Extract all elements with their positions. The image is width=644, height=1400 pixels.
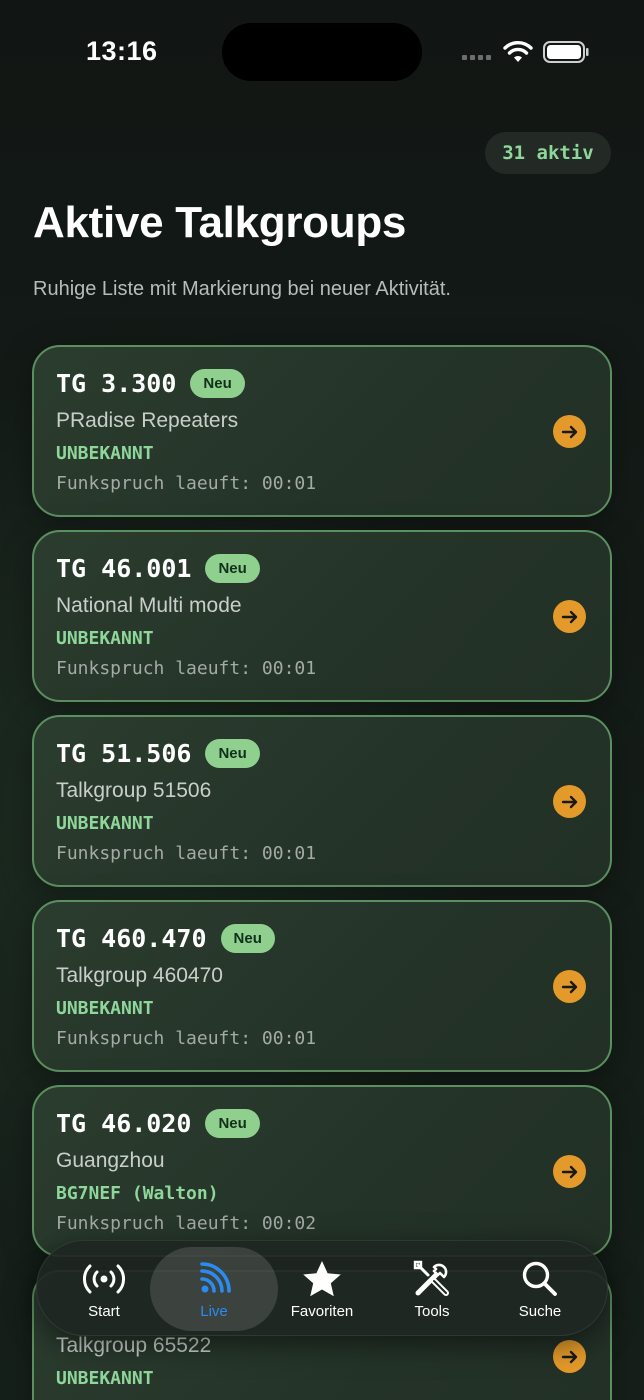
- talkgroup-card[interactable]: TG 460.470 Neu Talkgroup 460470 UNBEKANN…: [32, 900, 612, 1072]
- arrow-right-icon[interactable]: [553, 415, 586, 448]
- arrow-right-icon[interactable]: [553, 600, 586, 633]
- talkgroup-card[interactable]: TG 3.300 Neu PRadise Repeaters UNBEKANNT…: [32, 345, 612, 517]
- talkgroup-callsign: UNBEKANNT: [56, 443, 154, 464]
- talkgroup-number: TG 460.470: [56, 924, 207, 953]
- talkgroup-card[interactable]: TG 46.020 Neu Guangzhou BG7NEF (Walton) …: [32, 1085, 612, 1257]
- talkgroup-number: TG 3.300: [56, 369, 177, 398]
- talkgroup-callsign: UNBEKANNT: [56, 628, 154, 649]
- talkgroup-name: Guangzhou: [56, 1149, 165, 1172]
- tab-label: Live: [200, 1302, 228, 1320]
- talkgroup-number: TG 46.020: [56, 1109, 192, 1138]
- arrow-right-icon[interactable]: [553, 1340, 586, 1373]
- talkgroup-number: TG 46.001: [56, 554, 192, 583]
- page-subtitle: Ruhige Liste mit Markierung bei neuer Ak…: [33, 278, 451, 300]
- antenna-icon: [79, 1259, 129, 1299]
- tab-suche[interactable]: Suche: [485, 1241, 595, 1337]
- tools-icon: [412, 1259, 452, 1299]
- new-badge: Neu: [220, 924, 275, 953]
- talkgroup-callsign: UNBEKANNT: [56, 813, 154, 834]
- talkgroup-name: Talkgroup 51506: [56, 779, 212, 802]
- cellular-signal-icon: [462, 55, 491, 60]
- active-count-badge: 31 aktiv: [485, 132, 611, 174]
- tab-tools[interactable]: Tools: [377, 1241, 487, 1337]
- talkgroup-status: Funkspruch laeuft: 00:01: [56, 1028, 317, 1049]
- tab-label: Tools: [414, 1302, 450, 1320]
- new-badge: Neu: [190, 369, 245, 398]
- star-icon: [302, 1259, 342, 1299]
- tab-bar: Start Live Favoriten Tools Suche: [36, 1240, 608, 1336]
- talkgroup-callsign: UNBEKANNT: [56, 1368, 154, 1389]
- tab-live[interactable]: Live: [159, 1241, 269, 1337]
- dynamic-island: [222, 23, 422, 81]
- arrow-right-icon[interactable]: [553, 970, 586, 1003]
- talkgroup-status: Funkspruch laeuft: 00:01: [56, 658, 317, 679]
- talkgroup-name: Talkgroup 460470: [56, 964, 223, 987]
- tab-label: Suche: [518, 1302, 562, 1320]
- talkgroup-name: National Multi mode: [56, 594, 242, 617]
- wifi-icon: [503, 41, 533, 62]
- new-badge: Neu: [205, 554, 260, 583]
- talkgroup-status: Funkspruch laeuft: 00:01: [56, 473, 317, 494]
- status-time: 13:16: [86, 36, 158, 66]
- search-icon: [521, 1259, 559, 1299]
- talkgroup-callsign: UNBEKANNT: [56, 998, 154, 1019]
- talkgroup-name: Talkgroup 65522: [56, 1334, 212, 1357]
- talkgroup-card[interactable]: TG 51.506 Neu Talkgroup 51506 UNBEKANNT …: [32, 715, 612, 887]
- arrow-right-icon[interactable]: [553, 1155, 586, 1188]
- new-badge: Neu: [205, 1109, 260, 1138]
- talkgroup-name: PRadise Repeaters: [56, 409, 239, 432]
- new-badge: Neu: [205, 739, 260, 768]
- talkgroup-status: Funkspruch laeuft: 00:01: [56, 843, 317, 864]
- battery-icon: [543, 41, 589, 63]
- status-bar: 13:16: [0, 0, 644, 100]
- talkgroup-status: Funkspruch laeuft: 00:02: [56, 1213, 317, 1234]
- talkgroup-callsign: BG7NEF (Walton): [56, 1183, 219, 1204]
- tab-favoriten[interactable]: Favoriten: [267, 1241, 377, 1337]
- talkgroup-card[interactable]: TG 46.001 Neu National Multi mode UNBEKA…: [32, 530, 612, 702]
- tab-label: Start: [88, 1302, 120, 1320]
- live-waves-icon: [197, 1259, 231, 1299]
- tab-label: Favoriten: [290, 1302, 354, 1320]
- talkgroup-number: TG 51.506: [56, 739, 192, 768]
- tab-start[interactable]: Start: [49, 1241, 159, 1337]
- page-title: Aktive Talkgroups: [33, 198, 407, 247]
- arrow-right-icon[interactable]: [553, 785, 586, 818]
